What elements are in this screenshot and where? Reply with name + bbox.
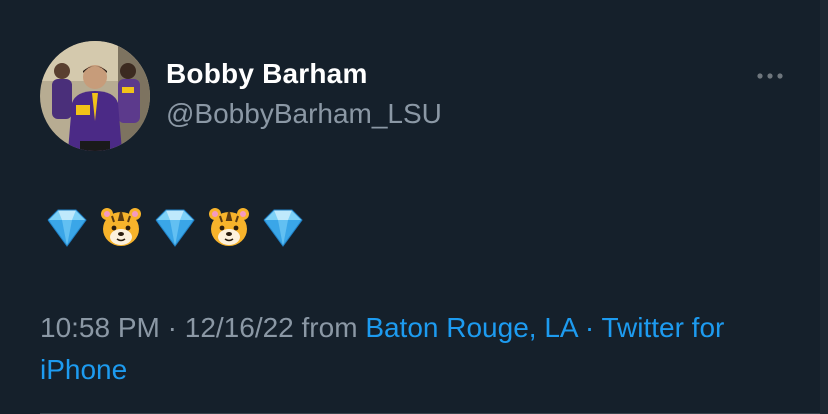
- scrollbar-track[interactable]: [820, 0, 828, 414]
- tweet-time[interactable]: 10:58 PM: [40, 312, 160, 343]
- gem-stone-icon: [152, 204, 198, 250]
- meta-separator: ·: [577, 312, 602, 343]
- tiger-face-icon: [206, 204, 252, 250]
- tweet-text: [44, 204, 314, 250]
- display-name[interactable]: Bobby Barham: [166, 58, 368, 90]
- meta-separator: ·: [159, 312, 185, 343]
- location-link[interactable]: Baton Rouge, LA: [365, 312, 577, 343]
- tiger-face-icon: [98, 204, 144, 250]
- from-label: from: [293, 312, 366, 343]
- avatar[interactable]: [40, 41, 150, 151]
- tweet-metadata: 10:58 PM · 12/16/22 from Baton Rouge, LA…: [40, 307, 800, 391]
- tweet-date[interactable]: 12/16/22: [185, 312, 294, 343]
- more-options-button[interactable]: [748, 60, 792, 92]
- tweet-card: Bobby Barham @BobbyBarham_LSU 10:58 PM ·…: [0, 0, 828, 414]
- profile-photo: [40, 41, 150, 151]
- gem-stone-icon: [44, 204, 90, 250]
- gem-stone-icon: [260, 204, 306, 250]
- more-dots-icon: [757, 73, 783, 79]
- user-handle[interactable]: @BobbyBarham_LSU: [166, 98, 442, 130]
